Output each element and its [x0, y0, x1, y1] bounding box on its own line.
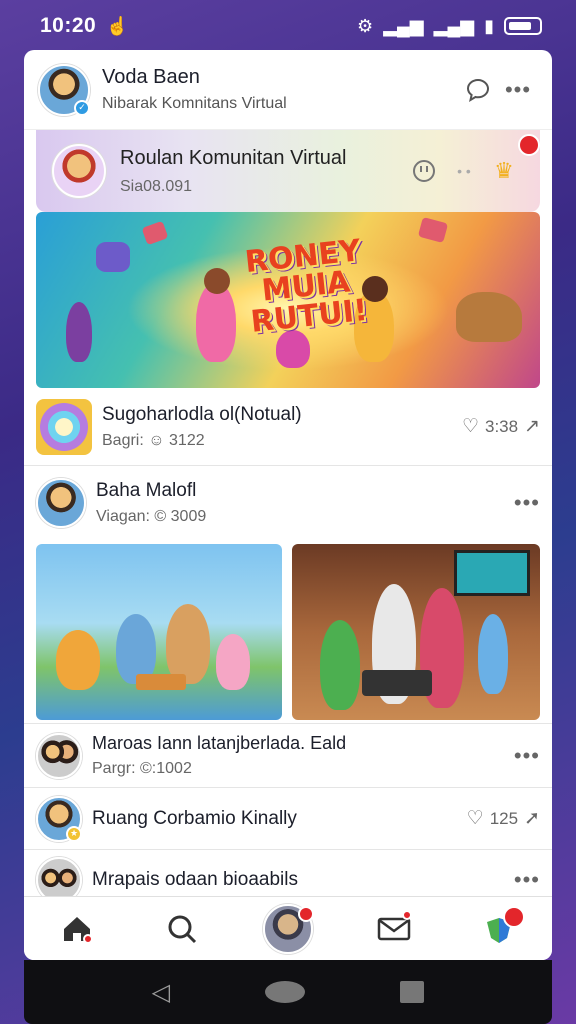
post-meta: Viagan: © 3009	[96, 508, 207, 525]
globe-icon[interactable]	[469, 904, 529, 954]
list-item[interactable]: Maroas Iann latanjberlada. Eald Pargr: ©…	[24, 724, 552, 788]
more-options-icon[interactable]: •••	[514, 867, 540, 893]
animal-figure	[456, 292, 522, 342]
profile-icon[interactable]	[258, 903, 318, 954]
character-figure	[166, 604, 210, 684]
status-bar: 10:20 ☝ ⚙ ▂▄▆ ▂▄▆ ▮	[0, 0, 576, 52]
nfc-icon: ⚙	[357, 15, 374, 36]
profile-header: ✓ Voda Baen Nibarak Komnitans Virtual ••…	[24, 50, 552, 130]
mascot-figure	[96, 242, 130, 272]
list-item[interactable]: Baha Malofl Viagan: © 3009 •••	[24, 466, 552, 540]
like-stat[interactable]: ♡ 3:38 ↗	[462, 415, 540, 438]
flying-card-figure	[417, 216, 449, 244]
sim-icon: ▮	[484, 15, 494, 36]
profile-subtitle: Nibarak Komnitans Virtual	[102, 95, 287, 112]
avatar[interactable]: ✓	[38, 63, 90, 116]
character-figure	[56, 630, 100, 690]
more-options-icon[interactable]: •••	[498, 70, 538, 110]
like-count: 3:38	[484, 416, 519, 436]
board-game-figure	[136, 674, 186, 690]
mail-icon[interactable]	[364, 904, 424, 954]
home-pill-icon[interactable]	[265, 981, 306, 1003]
mail-notification-dot	[401, 909, 412, 920]
profile-notification-dot	[297, 905, 314, 922]
feed-card: ✓ Voda Baen Nibarak Komnitans Virtual ••…	[24, 50, 552, 960]
post-meta: Pargr: ©:1002	[92, 760, 192, 777]
post-author: Baha Malofl	[96, 480, 197, 501]
more-options-icon[interactable]: •••	[514, 743, 540, 769]
signal-icon: ▂▄▆	[383, 15, 424, 36]
like-stat[interactable]: ♡ 125 ➚	[467, 807, 540, 830]
post-title: Mrapais odaan bioaabils	[92, 869, 298, 890]
signal-icon-2: ▂▄▆	[433, 15, 475, 36]
community-subtitle: Sia08.091	[120, 177, 193, 195]
chat-bubble-icon[interactable]	[458, 70, 498, 110]
avatar[interactable]: ★	[36, 795, 82, 842]
status-icons: ⚙ ▂▄▆ ▂▄▆ ▮	[357, 16, 542, 37]
avatar[interactable]	[36, 478, 86, 528]
status-time: 10:20	[40, 14, 97, 37]
share-icon: ↗	[524, 416, 540, 437]
group-avatar[interactable]	[36, 732, 82, 779]
community-title: Roulan Komunitan Virtual	[120, 146, 347, 169]
notification-dot	[518, 134, 540, 156]
share-icon: ➚	[524, 808, 540, 829]
hand-icon: ☝	[106, 15, 129, 36]
system-nav-bar: ◁	[24, 960, 552, 1024]
thumb-icon: ♡	[461, 416, 479, 437]
list-item[interactable]: Sugoharlodla ol(Notual) Bagri: ☺ 3122 ♡ …	[24, 388, 552, 466]
home-icon[interactable]	[47, 904, 107, 954]
tv-screen-figure	[454, 550, 530, 596]
back-icon[interactable]: ◁	[152, 978, 170, 1007]
community-banner[interactable]: Roulan Komunitan Virtual Sia08.091 • • ♛	[36, 130, 540, 212]
post-image-kids-playing[interactable]	[36, 544, 282, 720]
post-image-grid	[24, 540, 552, 724]
post-title: Ruang Corbamio Kinally	[92, 807, 297, 829]
profile-name: Voda Baen	[102, 66, 200, 88]
community-avatar	[52, 144, 106, 198]
arcade-panel-figure	[362, 670, 432, 696]
like-count: 125	[489, 808, 519, 828]
character-figure	[216, 634, 250, 690]
search-icon[interactable]	[152, 904, 212, 954]
verified-badge-icon: ✓	[74, 99, 90, 116]
trophy-icon[interactable]: ♛	[484, 151, 524, 191]
home-notification-dot	[82, 933, 93, 944]
character-girl-figure	[196, 282, 236, 362]
list-item[interactable]: ★ Ruang Corbamio Kinally ♡ 125 ➚	[24, 788, 552, 850]
globe-notification-dot	[503, 905, 526, 928]
hero-image[interactable]: RONEY MUIA RUTUI!	[36, 212, 540, 388]
battery-icon	[504, 17, 542, 35]
more-options-icon[interactable]: •••	[514, 490, 540, 516]
shield-icon[interactable]	[404, 151, 444, 191]
bottom-nav	[24, 896, 552, 960]
character-figure	[320, 620, 360, 710]
recents-icon[interactable]	[400, 981, 425, 1003]
star-badge-icon: ★	[66, 825, 82, 842]
flying-card-figure	[141, 220, 169, 246]
character-head	[204, 268, 230, 294]
post-meta: Bagri: ☺ 3122	[102, 431, 205, 449]
post-title: Sugoharlodla ol(Notual)	[102, 403, 302, 425]
post-title: Maroas Iann latanjberlada. Eald	[92, 733, 347, 753]
hero-title: RONEY MUIA RUTUI!	[243, 233, 370, 340]
dots-icon: • •	[457, 163, 471, 179]
character-figure	[478, 614, 508, 694]
character-figure	[66, 302, 92, 362]
game-icon	[36, 398, 92, 455]
post-image-arcade[interactable]	[292, 544, 540, 720]
thumb-icon: ♡	[466, 808, 484, 829]
